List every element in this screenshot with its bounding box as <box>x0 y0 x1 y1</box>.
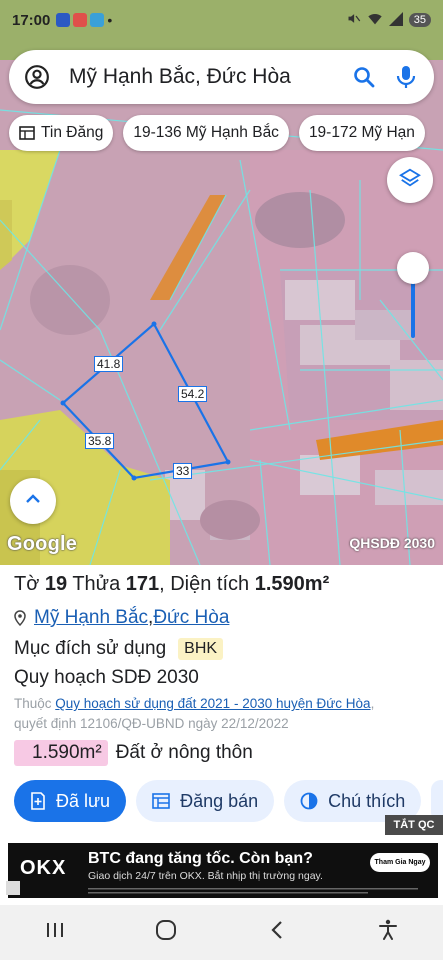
wifi-icon <box>367 12 383 29</box>
ad-title: BTC đang tăng tốc. Còn bạn? <box>88 850 313 867</box>
search-bar[interactable]: Mỹ Hạnh Bắc, Đức Hòa <box>9 50 434 104</box>
recents-icon <box>45 921 65 944</box>
map-view[interactable]: 41.8 54.2 35.8 33 17:00 • 35 Mỹ Hạnh Bắc… <box>0 0 443 565</box>
layers-button[interactable] <box>387 157 433 203</box>
contrast-icon <box>300 792 318 810</box>
chip-parcel-19-136[interactable]: 19-136 Mỹ Hạnh Bắc <box>123 115 289 151</box>
purpose-code-badge: BHK <box>178 638 224 660</box>
edge-label-35-8: 35.8 <box>85 433 115 449</box>
ad-banner[interactable]: OKX BTC đang tăng tốc. Còn bạn? Giao dịc… <box>0 835 443 905</box>
ad-fine-print <box>88 887 428 895</box>
reference-suffix: , <box>370 696 375 711</box>
post-for-sale-button[interactable]: Đăng bán <box>136 780 275 822</box>
plan-reference: Thuộc Quy hoạch sử dụng đất 2021 - 2030 … <box>14 696 374 711</box>
bookmark-add-icon <box>30 792 46 810</box>
account-icon[interactable] <box>23 63 51 91</box>
parcel-summary: Tờ 19 Thửa 171, Diện tích 1.590m² <box>14 573 329 596</box>
post-button-label: Đăng bán <box>180 790 259 811</box>
parcel-info-panel: Tờ 19 Thửa 171, Diện tích 1.590m² Mỹ Hạn… <box>0 565 443 835</box>
google-logo: Google <box>7 533 78 555</box>
zone-type: Đất ở nông thôn <box>115 742 253 763</box>
ad-creative[interactable]: OKX BTC đang tăng tốc. Còn bạn? Giao dịc… <box>8 843 438 898</box>
ad-brand: OKX <box>20 857 67 879</box>
notification-app-icon <box>73 13 88 27</box>
saved-button[interactable]: Đã lưu <box>14 780 127 822</box>
saved-button-label: Đã lưu <box>56 790 111 811</box>
purpose-label: Mục đích sử dụng <box>14 638 167 659</box>
expand-panel-button[interactable] <box>10 478 56 524</box>
home-button[interactable] <box>141 913 191 953</box>
chevron-up-icon <box>24 492 42 510</box>
recent-apps-button[interactable] <box>30 913 80 953</box>
area-prefix: , Diện tích <box>159 573 255 595</box>
opacity-slider-handle[interactable] <box>397 252 429 284</box>
district-link[interactable]: Đức Hòa <box>153 607 229 629</box>
legend-button-label: Chú thích <box>328 790 406 811</box>
chip-label: 19-172 Mỹ Hạn <box>308 124 415 141</box>
action-buttons: Đã lưu Đăng bán Chú thích <box>14 780 443 822</box>
status-bar: 17:00 • 35 <box>0 0 443 40</box>
back-icon <box>270 920 284 945</box>
zone-row: 1.590m² Đất ở nông thôn <box>14 740 253 766</box>
location-pin-icon <box>14 610 26 626</box>
parcel-location: Mỹ Hạnh Bắc, Đức Hòa <box>14 607 229 629</box>
sheet-number: 19 <box>44 573 68 595</box>
chip-label: Tin Đăng <box>41 124 104 141</box>
plot-prefix: Thửa <box>67 573 126 595</box>
ad-choices-icon[interactable] <box>6 881 20 895</box>
plan-title: Quy hoạch SDĐ 2030 <box>14 667 199 688</box>
okx-logo: OKX <box>20 857 66 880</box>
ad-subtitle: Giao dịch 24/7 trên OKX. Bắt nhịp thị tr… <box>88 870 323 882</box>
chip-parcel-19-172[interactable]: 19-172 Mỹ Hạn <box>298 115 425 151</box>
edge-label-41-8: 41.8 <box>94 356 124 372</box>
decision-reference: quyết định 12106/QĐ-UBND ngày 22/12/2022 <box>14 716 289 731</box>
sheet-prefix: Tờ <box>14 573 45 595</box>
parcel-area: 1.590m² <box>254 573 330 595</box>
chip-listings[interactable]: Tin Đăng <box>9 115 114 151</box>
chip-label: 19-136 Mỹ Hạnh Bắc <box>133 124 279 141</box>
mute-icon <box>346 11 361 29</box>
status-time: 17:00 <box>12 11 51 29</box>
listing-icon <box>152 793 170 809</box>
commune-link[interactable]: Mỹ Hạnh Bắc <box>34 607 148 629</box>
plot-number: 171 <box>125 573 160 595</box>
filter-chips: Tin Đăng 19-136 Mỹ Hạnh Bắc 19-172 Mỹ Hạ… <box>9 115 425 151</box>
notification-app-icon <box>56 13 71 27</box>
accessibility-icon <box>377 919 399 946</box>
layers-icon <box>399 167 421 194</box>
close-ad-button[interactable]: TẮT QC <box>385 815 443 835</box>
ad-cta-button[interactable]: Tham Gia Ngay <box>370 853 430 872</box>
back-button[interactable] <box>252 913 302 953</box>
map-layer-label: QHSDĐ 2030 <box>349 535 435 551</box>
land-use-purpose: Mục đích sử dụng BHK <box>14 638 224 660</box>
microphone-icon[interactable] <box>392 63 420 91</box>
reference-prefix: Thuộc <box>14 696 56 711</box>
home-icon <box>155 919 177 946</box>
search-icon[interactable] <box>350 63 378 91</box>
edge-label-33: 33 <box>173 463 193 479</box>
system-navigation-bar <box>0 905 443 960</box>
search-query[interactable]: Mỹ Hạnh Bắc, Đức Hòa <box>69 65 350 89</box>
more-notifications-icon: • <box>107 12 113 28</box>
signal-icon <box>388 11 403 29</box>
table-icon <box>19 126 35 140</box>
edge-label-54-2: 54.2 <box>178 386 208 402</box>
plan-document-link[interactable]: Quy hoạch sử dụng đất 2021 - 2030 huyện … <box>55 696 370 711</box>
accessibility-button[interactable] <box>363 913 413 953</box>
notification-check-icon <box>90 13 105 27</box>
battery-indicator: 35 <box>408 13 431 27</box>
zone-area-badge: 1.590m² <box>14 740 108 766</box>
